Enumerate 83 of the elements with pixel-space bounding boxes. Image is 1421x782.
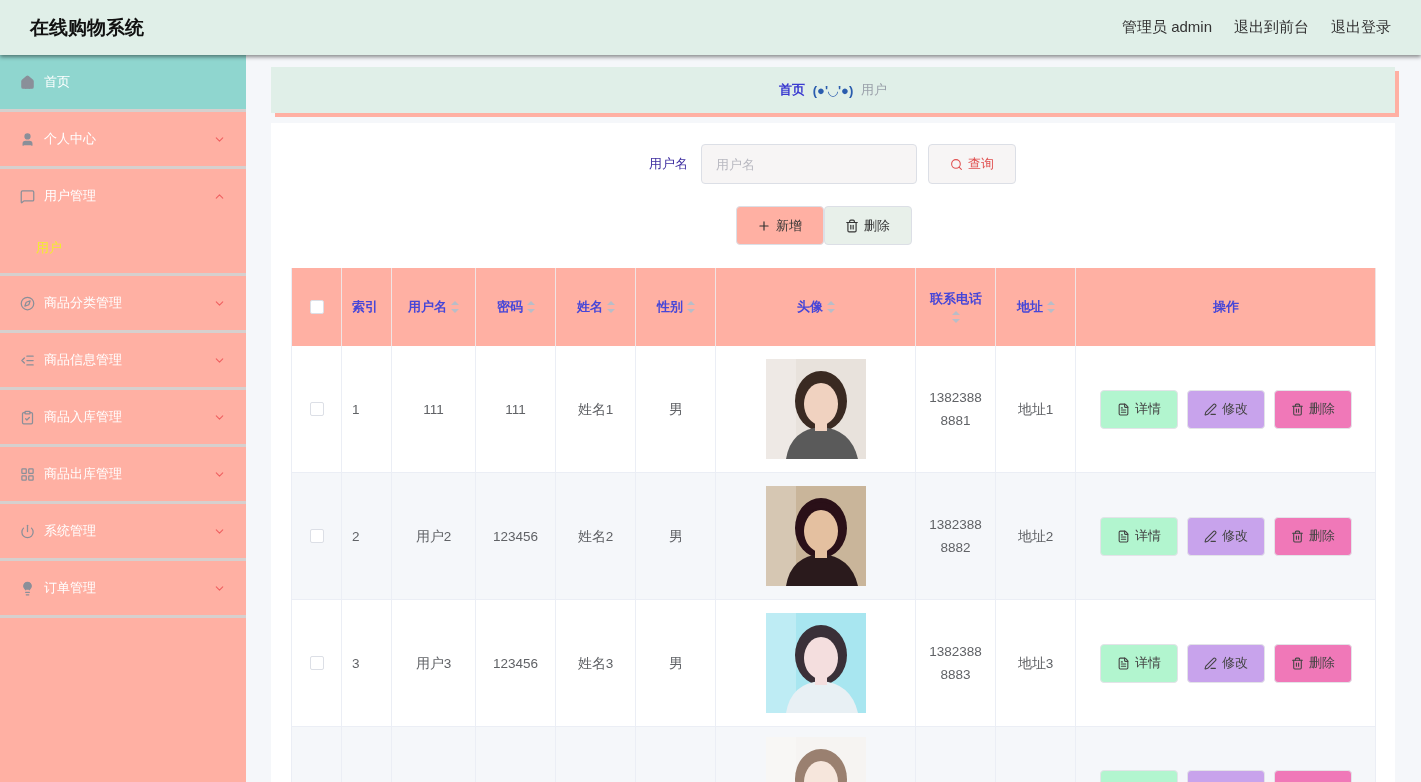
pen-icon [1203,402,1217,416]
user-icon [20,131,35,147]
table-cell: 用户2 [392,473,476,600]
list-icon [20,352,35,368]
column-title: 地址 [1016,298,1043,316]
sort-icon[interactable] [526,300,535,314]
plus-icon [757,218,771,233]
home-icon [20,74,35,90]
table-cell: 用户3 [392,600,476,727]
column-title: 操作 [1212,298,1239,316]
chat-icon [20,188,35,204]
column-title: 联系电话 [929,290,982,308]
table-cell: 111 [392,346,476,473]
delete-button[interactable]: 删除 [1273,389,1352,429]
compass-icon [20,295,35,311]
trash-icon [845,218,859,233]
sort-icon[interactable] [951,310,960,324]
table-cell: 3 [342,600,392,727]
lightbulb-icon [20,580,35,596]
search-field[interactable]: 用户名 [701,144,917,184]
clipboard-check-icon [20,409,35,425]
column-title: 头像 [796,298,823,316]
grid-icon [20,466,35,482]
edit-button[interactable]: 修改 [1186,643,1265,683]
edit-button[interactable]: 修改 [1186,516,1265,556]
detail-button[interactable]: 详情 [1099,643,1178,683]
table-cell: 2 [342,473,392,600]
table-cell: 地址2 [996,473,1076,600]
table-cell: 13823888881 [916,346,996,473]
trash-icon [1290,656,1304,670]
breadcrumb-item[interactable]: 首页 [778,81,805,99]
detail-button[interactable]: 详情 [1099,389,1178,429]
table-cell: 13823888882 [916,473,996,600]
table-cell: 111 [476,346,556,473]
table-cell: 男 [636,346,716,473]
pen-icon [1203,529,1217,543]
power-icon [20,523,35,539]
search-label: 用户名 [649,155,688,173]
table-cell: 1 [342,346,392,473]
table-cell: 姓名3 [556,600,636,727]
search-icon [950,157,963,171]
checkbox[interactable] [309,402,324,416]
breadcrumb-item[interactable]: 用户 [861,81,888,99]
checkbox[interactable] [309,529,324,543]
table-cell: 123456 [476,473,556,600]
checkbox[interactable] [309,656,324,670]
table-cell: 地址3 [996,600,1076,727]
edit-button[interactable]: 修改 [1186,389,1265,429]
search-button[interactable]: 查询 [928,144,1016,184]
detail-button[interactable]: 详情 [1099,516,1178,556]
delete-button[interactable]: 删除 [1273,516,1352,556]
column-title: 姓名 [576,298,603,316]
header-link[interactable]: 退出到前台 [1234,18,1309,37]
header-link[interactable]: 退出登录 [1331,18,1391,37]
table-cell: 姓名2 [556,473,636,600]
breadcrumb-separator: (●'◡'●) [812,82,854,98]
table-cell: 男 [636,600,716,727]
table-cell: 13823888883 [916,600,996,727]
table-cell: 地址1 [996,346,1076,473]
column-title: 密码 [496,298,523,316]
checkbox[interactable] [309,300,324,314]
document-icon [1116,656,1130,670]
app-title: 在线购物系统 [30,15,144,40]
sort-icon[interactable] [451,300,459,314]
delete-button[interactable]: 删除 [823,206,912,245]
pen-icon [1203,656,1217,670]
trash-icon [1290,402,1304,416]
sort-icon[interactable] [826,300,835,314]
sort-icon[interactable] [606,300,615,314]
table-cell: 男 [636,473,716,600]
trash-icon [1290,529,1304,543]
admin-label: 管理员 admin [1121,18,1212,37]
column-title: 索引 [352,298,378,316]
sort-icon[interactable] [1046,300,1055,314]
document-icon [1116,529,1130,543]
document-icon [1116,402,1130,416]
add-button[interactable]: 新增 [735,206,824,245]
table-cell: 123456 [476,600,556,727]
column-title: 性别 [656,298,683,316]
column-title: 用户名 [408,298,447,316]
delete-button[interactable]: 删除 [1273,643,1352,683]
table-cell: 姓名1 [556,346,636,473]
sort-icon[interactable] [686,300,695,314]
